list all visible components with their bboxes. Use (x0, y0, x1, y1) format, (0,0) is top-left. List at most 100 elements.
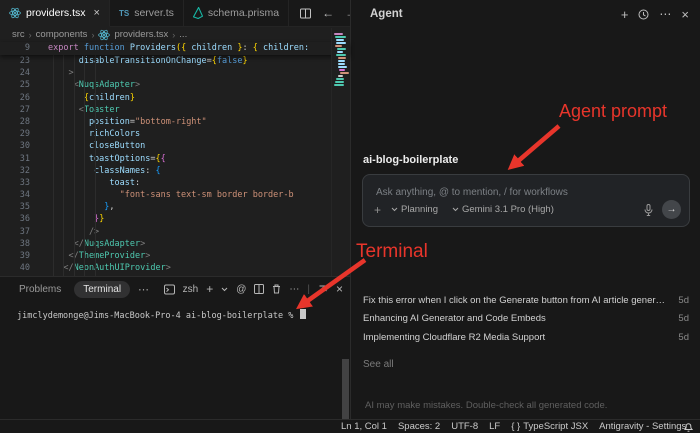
agent-prompt-box[interactable]: Ask anything, @ to mention, / for workfl… (362, 174, 690, 227)
toolbar-separator: | (307, 283, 310, 295)
line-number: 30 (19, 141, 30, 152)
breadcrumb-separator: › (91, 29, 95, 40)
new-conversation-icon[interactable]: + (621, 7, 629, 22)
line-code: toastOptions={{ (48, 153, 166, 165)
tab-schema.prisma[interactable]: schema.prisma (183, 0, 290, 26)
line-number: 28 (19, 116, 30, 127)
terminal-at-icon[interactable]: @ (236, 284, 246, 295)
code-token: "bottom-right" (135, 116, 207, 127)
line-code: disableTransitionOnChange={false} (48, 55, 248, 67)
code-token: NuqsAdapter (78, 80, 136, 91)
history-item-label: Implementing Cloudflare R2 Media Support (363, 331, 546, 343)
code-token: > (140, 238, 146, 249)
line-code: classNames: { (48, 165, 161, 177)
minimap-mark (338, 60, 345, 62)
history-icon[interactable] (638, 9, 649, 20)
chevron-down-icon (391, 207, 398, 212)
code-token: > (48, 68, 74, 79)
mode-selector[interactable]: Planning (391, 204, 438, 215)
minimap-mark (335, 36, 346, 38)
model-selector[interactable]: Gemini 3.1 Pro (High) (452, 204, 554, 215)
breadcrumb[interactable]: src › components › providers.tsx ›... (0, 27, 350, 42)
history-item-time: 5d (678, 313, 689, 325)
code-token: : (242, 43, 253, 53)
send-button[interactable]: → (662, 200, 681, 219)
code-token: export (48, 43, 84, 53)
minimap-mark (334, 84, 344, 86)
kill-terminal-trash-icon[interactable] (272, 284, 281, 294)
code-token: { (48, 92, 89, 103)
minimap[interactable] (331, 28, 350, 276)
line-number: 23 (19, 56, 30, 66)
close-tab-icon[interactable]: × (94, 7, 100, 19)
split-editor-icon[interactable] (300, 8, 312, 19)
code-token: ({ (175, 43, 187, 53)
add-context-icon[interactable]: + (374, 203, 381, 217)
close-panel-icon[interactable]: × (336, 282, 343, 296)
shell-label[interactable]: zsh (183, 284, 199, 295)
minimap-mark (335, 45, 342, 47)
code-editor[interactable]: 23 disableTransitionOnChange={false} 24 >… (0, 55, 350, 276)
statusbar-language[interactable]: { } TypeScript JSX (511, 421, 588, 432)
breadcrumb-item[interactable]: components (36, 29, 88, 40)
statusbar-item[interactable]: Spaces: 2 (398, 421, 440, 432)
code-token: } (129, 92, 136, 103)
line-number: 24 (19, 68, 30, 79)
statusbar-item[interactable]: UTF-8 (451, 421, 478, 432)
statusbar-item[interactable]: Ln 1, Col 1 (341, 421, 387, 432)
code-token: > (145, 251, 151, 261)
terminal-tab-problems[interactable]: Problems (10, 281, 70, 298)
agent-input-placeholder[interactable]: Ask anything, @ to mention, / for workfl… (376, 187, 568, 198)
notifications-bell-icon[interactable] (684, 420, 693, 433)
minimap-mark (339, 69, 345, 71)
terminal-scrollbar[interactable] (342, 359, 349, 419)
code-token: { (160, 153, 166, 164)
mode-label: Planning (401, 204, 438, 215)
terminal-tabs-more-icon[interactable]: ⋯ (138, 283, 149, 296)
new-terminal-icon[interactable]: + (206, 282, 213, 296)
statusbar-product-settings[interactable]: Antigravity - Settings (599, 421, 686, 432)
history-item[interactable]: Implementing Cloudflare R2 Media Support… (363, 328, 689, 347)
terminal-tab-terminal[interactable]: Terminal (74, 280, 131, 298)
breadcrumb-item[interactable]: src (12, 29, 25, 40)
line-code: {children} (48, 92, 135, 104)
split-terminal-icon[interactable] (254, 284, 265, 294)
tab-server.ts[interactable]: TS server.ts (109, 0, 184, 26)
statusbar-item[interactable]: LF (489, 421, 500, 432)
line-number: 38 (19, 238, 30, 249)
terminal-launch-chevron-icon[interactable] (221, 287, 228, 292)
line-number: 25 (19, 80, 30, 91)
code-token: > (135, 80, 141, 91)
close-agent-panel-icon[interactable]: × (681, 7, 689, 22)
line-code: }, (48, 201, 114, 213)
chevron-down-icon (452, 207, 459, 212)
language-label: TypeScript JSX (523, 421, 589, 432)
breadcrumb-item[interactable]: providers.tsx (114, 29, 168, 40)
history-item[interactable]: Fix this error when I click on the Gener… (363, 291, 689, 310)
history-item-time: 5d (678, 331, 689, 343)
breadcrumb-item[interactable]: ... (179, 29, 187, 40)
terminal-more-icon[interactable]: ⋯ (289, 284, 299, 295)
tab-label: schema.prisma (207, 7, 280, 19)
terminal-output[interactable]: jimclydemonge@Jims-MacBook-Pro-4 ai-blog… (0, 301, 350, 321)
react-file-icon (9, 7, 21, 19)
line-number: 27 (19, 104, 30, 115)
line-number: 40 (19, 263, 30, 274)
tab-providers.tsx[interactable]: providers.tsx × (0, 0, 110, 27)
line-number: 31 (19, 153, 30, 164)
see-all-link[interactable]: See all (363, 359, 394, 370)
code-token: children: (257, 43, 310, 53)
code-token: } (99, 214, 105, 225)
navigate-back-icon[interactable]: ← (322, 7, 334, 19)
annotation-terminal: Terminal (356, 241, 428, 262)
code-token: position (48, 116, 130, 127)
microphone-icon[interactable] (644, 203, 653, 216)
ts-file-icon: TS (118, 8, 130, 18)
line-number: 39 (19, 251, 30, 261)
agent-panel-header: Agent + ⋯ × (351, 0, 700, 28)
indent-guide (53, 55, 54, 276)
line-number: 29 (19, 129, 30, 140)
maximize-panel-icon[interactable] (318, 285, 328, 294)
history-item[interactable]: Enhancing AI Generator and Code Embeds 5d (363, 310, 689, 329)
agent-more-icon[interactable]: ⋯ (659, 7, 671, 21)
